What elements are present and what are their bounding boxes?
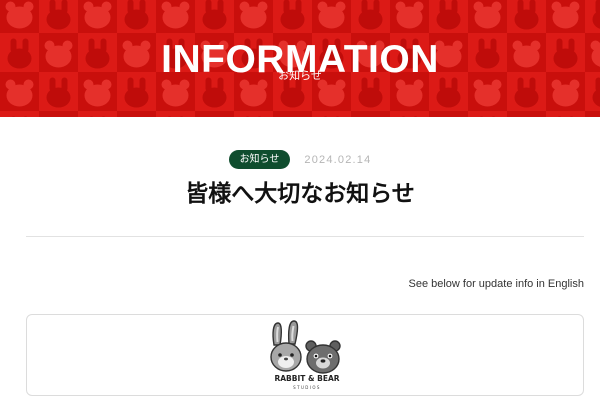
hero-banner: INFORMATION お知らせ <box>0 0 600 117</box>
studio-logo: RABBIT & BEAR STUDIOS <box>270 320 341 390</box>
pattern-tile <box>546 111 585 117</box>
article-title: 皆様へ大切なお知らせ <box>185 181 415 207</box>
pattern-tile <box>234 111 273 117</box>
logo-text: RABBIT & BEAR <box>274 374 339 383</box>
pattern-tile <box>0 111 39 117</box>
rabbit-mascot-icon <box>270 320 302 372</box>
pattern-tile <box>39 111 78 117</box>
divider <box>26 236 584 237</box>
pattern-tile <box>156 111 195 117</box>
pattern-tile <box>585 111 600 117</box>
category-badge[interactable]: お知らせ <box>228 150 291 169</box>
pattern-tile <box>429 111 468 117</box>
pattern-tile <box>117 111 156 117</box>
pattern-tile <box>312 111 351 117</box>
logo-card: RABBIT & BEAR STUDIOS <box>26 314 584 396</box>
pattern-tile <box>390 111 429 117</box>
logo-subtext: STUDIOS <box>293 385 321 390</box>
pattern-tile <box>273 111 312 117</box>
page-subtitle: お知らせ <box>278 69 322 82</box>
pattern-tile <box>351 111 390 117</box>
pattern-tile <box>78 111 117 117</box>
bear-mascot-icon <box>305 340 341 374</box>
post-date: 2024.02.14 <box>304 153 372 166</box>
english-info-link[interactable]: See below for update info in English <box>408 278 584 290</box>
article-meta: お知らせ 2024.02.14 <box>0 150 600 169</box>
pattern-tile <box>468 111 507 117</box>
pattern-tile <box>507 111 546 117</box>
pattern-tile <box>195 111 234 117</box>
